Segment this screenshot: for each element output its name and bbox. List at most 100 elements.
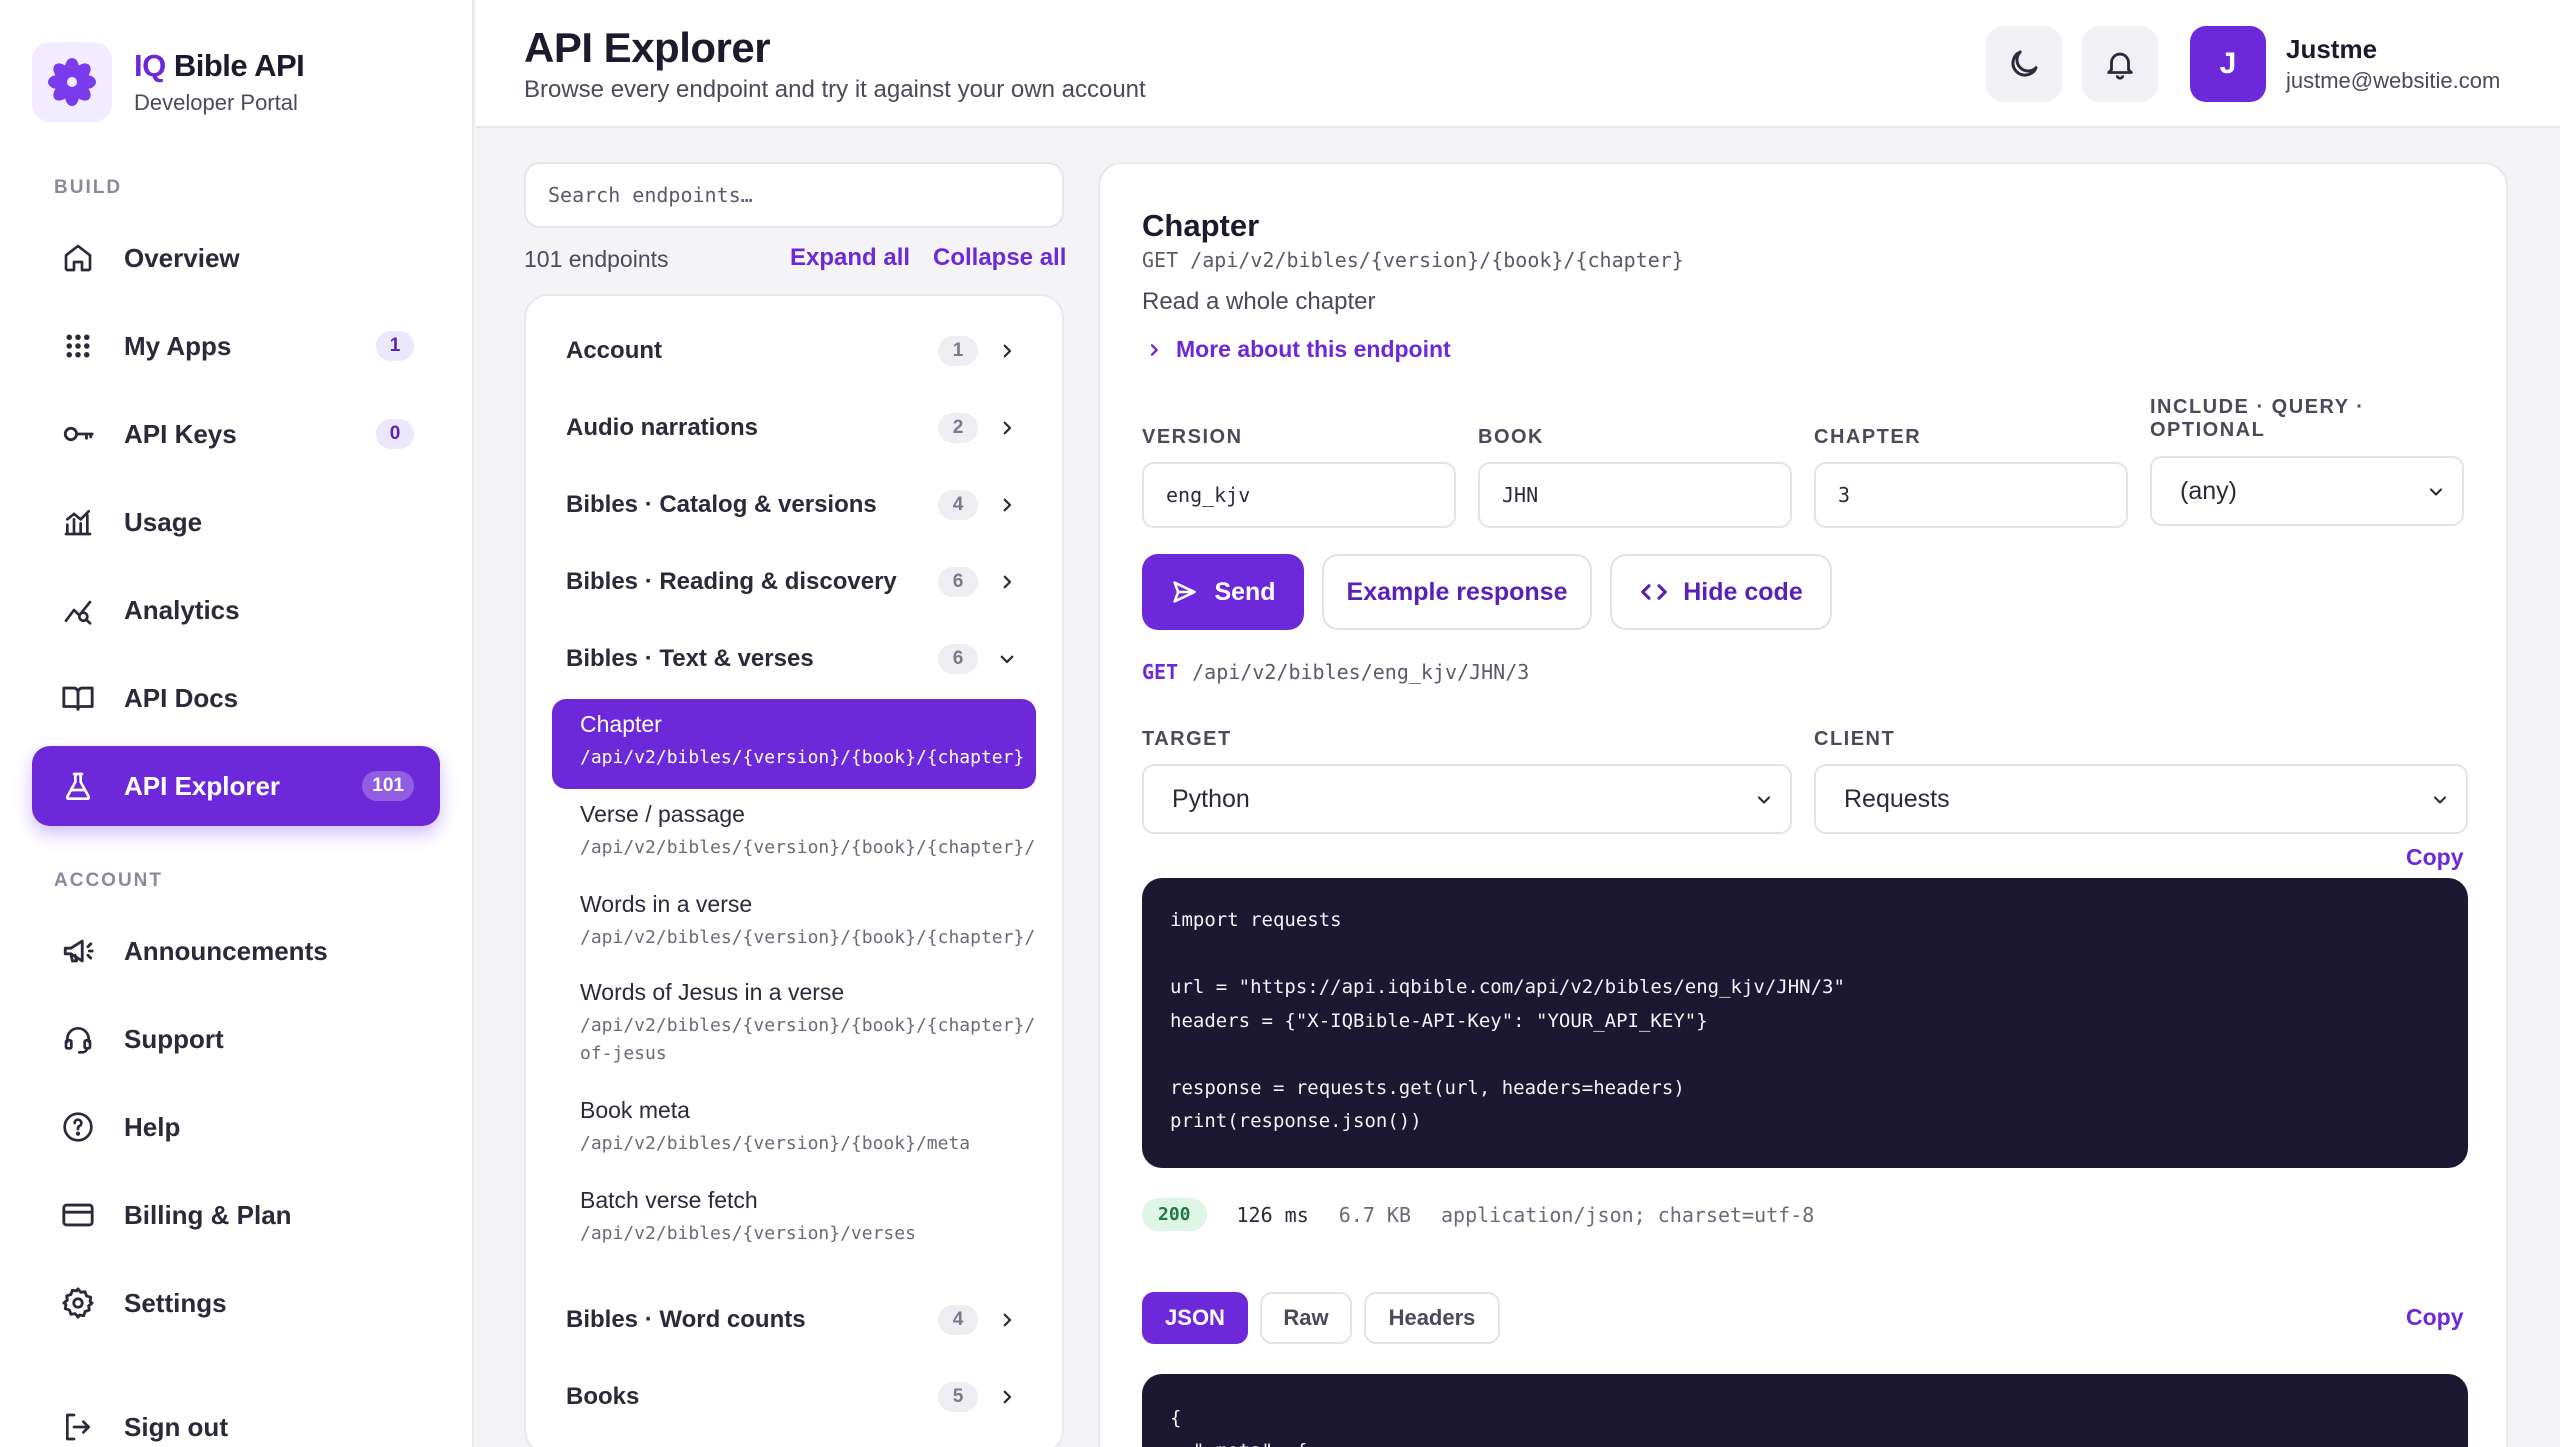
more-link-label: More about this endpoint [1176,336,1451,362]
group-bibles-reading[interactable]: Bibles · Reading & discovery 6 [526,547,1062,617]
avatar[interactable]: J [2190,26,2266,102]
brand-title: IQ Bible API [134,48,305,83]
theme-toggle-button[interactable] [1986,26,2062,102]
analytics-icon [58,590,98,630]
send-label: Send [1214,577,1276,606]
count-badge: 1 [376,331,414,361]
group-bibles-word-counts[interactable]: Bibles · Word counts 4 [526,1285,1062,1355]
tab-headers[interactable]: Headers [1364,1292,1500,1344]
chevron-right-icon [996,417,1018,439]
chevron-down-icon [2426,482,2446,502]
include-select[interactable]: (any) [2150,456,2464,526]
chapter-input[interactable]: 3 [1814,462,2128,528]
user-name: Justme [2286,34,2378,64]
nav-item-billing[interactable]: Billing & Plan [32,1175,440,1255]
moon-icon [2006,46,2042,82]
code-text: import requests url = "https://api.iqbib… [1170,909,1845,1132]
group-label: Audio narrations [566,414,759,441]
tab-json[interactable]: JSON [1142,1292,1248,1344]
user-email: justme@websitie.com [2286,68,2501,93]
send-button[interactable]: Send [1142,554,1304,630]
more-about-endpoint-link[interactable]: More about this endpoint [1146,336,1451,363]
chevron-right-icon [1146,342,1162,358]
group-books[interactable]: Books 5 [526,1362,1062,1432]
example-response-button[interactable]: Example response [1322,554,1592,630]
nav-label: Help [124,1111,181,1142]
section-label-account: ACCOUNT [54,870,163,891]
group-bibles-catalog[interactable]: Bibles · Catalog & versions 4 [526,470,1062,540]
group-count: 4 [938,490,978,520]
nav-label: Billing & Plan [124,1199,292,1230]
endpoint-path: /api/v2/bibles/{version}/{book}/{chapter… [580,1015,1036,1036]
group-count: 1 [938,336,978,366]
nav-item-overview[interactable]: Overview [32,218,440,298]
count-badge: 101 [362,771,414,801]
group-label: Bibles · Word counts [566,1306,806,1333]
chevron-right-icon [996,1309,1018,1331]
nav-item-support[interactable]: Support [32,999,440,1079]
response-time: 126 ms [1236,1202,1309,1227]
collapse-all-button[interactable]: Collapse all [933,244,1066,272]
target-select[interactable]: Python [1142,764,1792,834]
nav-label: Overview [124,242,240,273]
code-snippet: import requests url = "https://api.iqbib… [1142,878,2468,1168]
logo-icon [32,42,112,122]
hide-code-label: Hide code [1683,577,1803,606]
endpoint-item-chapter[interactable]: Chapter /api/v2/bibles/{version}/{book}/… [552,699,1036,789]
nav-item-analytics[interactable]: Analytics [32,570,440,650]
chevron-right-icon [996,494,1018,516]
endpoint-item-book-meta[interactable]: Book meta /api/v2/bibles/{version}/{book… [552,1085,1036,1175]
gear-icon [58,1283,98,1323]
group-account[interactable]: Account 1 [526,316,1062,386]
nav-label: Settings [124,1287,227,1318]
brand[interactable]: IQ Bible API Developer Portal [32,42,305,122]
notifications-button[interactable] [2082,26,2158,102]
endpoint-item-words-of-jesus[interactable]: Words of Jesus in a verse /api/v2/bibles… [552,967,1036,1085]
nav-item-api-explorer[interactable]: API Explorer 101 [32,746,440,826]
nav-label: API Docs [124,682,239,713]
key-icon [58,414,98,454]
send-icon [1170,578,1198,606]
copy-code-button[interactable]: Copy [2406,844,2464,871]
version-input[interactable]: eng_kjv [1142,462,1456,528]
group-bibles-text[interactable]: Bibles · Text & verses 6 [526,624,1062,694]
nav-item-usage[interactable]: Usage [32,482,440,562]
response-size: 6.7 KB [1338,1202,1412,1227]
tab-raw[interactable]: Raw [1260,1292,1352,1344]
endpoint-item-words-in-verse[interactable]: Words in a verse /api/v2/bibles/{version… [552,879,1036,967]
client-select[interactable]: Requests [1814,764,2468,834]
nav-label: API Keys [124,418,237,449]
endpoint-item-batch-verse-fetch[interactable]: Batch verse fetch /api/v2/bibles/{versio… [552,1175,1036,1265]
request-url: GET/api/v2/bibles/eng_kjv/JHN/3 [1142,660,1529,684]
copy-response-button[interactable]: Copy [2406,1304,2464,1331]
nav-label: My Apps [124,330,232,361]
hide-code-button[interactable]: Hide code [1610,554,1832,630]
nav-item-announcements[interactable]: Announcements [32,911,440,991]
bell-icon [2103,47,2137,81]
client-label: CLIENT [1814,728,1896,750]
nav-item-settings[interactable]: Settings [32,1263,440,1343]
endpoint-method-path: GET /api/v2/bibles/{version}/{book}/{cha… [1142,248,1684,272]
nav-item-help[interactable]: Help [32,1087,440,1167]
group-label: Account [566,337,662,364]
chapter-label: CHAPTER [1814,426,1922,448]
book-input[interactable]: JHN [1478,462,1792,528]
include-select-value: (any) [2180,476,2237,505]
sign-out-button[interactable]: Sign out [32,1387,440,1447]
group-count: 4 [938,1305,978,1335]
group-audio-narrations[interactable]: Audio narrations 2 [526,393,1062,463]
search-input[interactable]: Search endpoints… [524,162,1064,228]
nav-item-api-docs[interactable]: API Docs [32,658,440,738]
group-count: 6 [938,567,978,597]
expand-all-button[interactable]: Expand all [790,244,910,272]
endpoint-path: /api/v2/bibles/{version}/{book}/{chapter… [580,927,1036,948]
section-label-build: BUILD [54,177,123,198]
response-status: 200 126 ms 6.7 KB application/json; char… [1142,1198,1814,1231]
nav-label: Announcements [124,935,328,966]
group-count: 2 [938,413,978,443]
nav-item-my-apps[interactable]: My Apps 1 [32,306,440,386]
endpoint-item-verse-passage[interactable]: Verse / passage /api/v2/bibles/{version}… [552,789,1036,879]
nav-item-api-keys[interactable]: API Keys 0 [32,394,440,474]
endpoint-name: Book meta [580,1097,690,1123]
endpoint-path: of-jesus [580,1043,667,1064]
